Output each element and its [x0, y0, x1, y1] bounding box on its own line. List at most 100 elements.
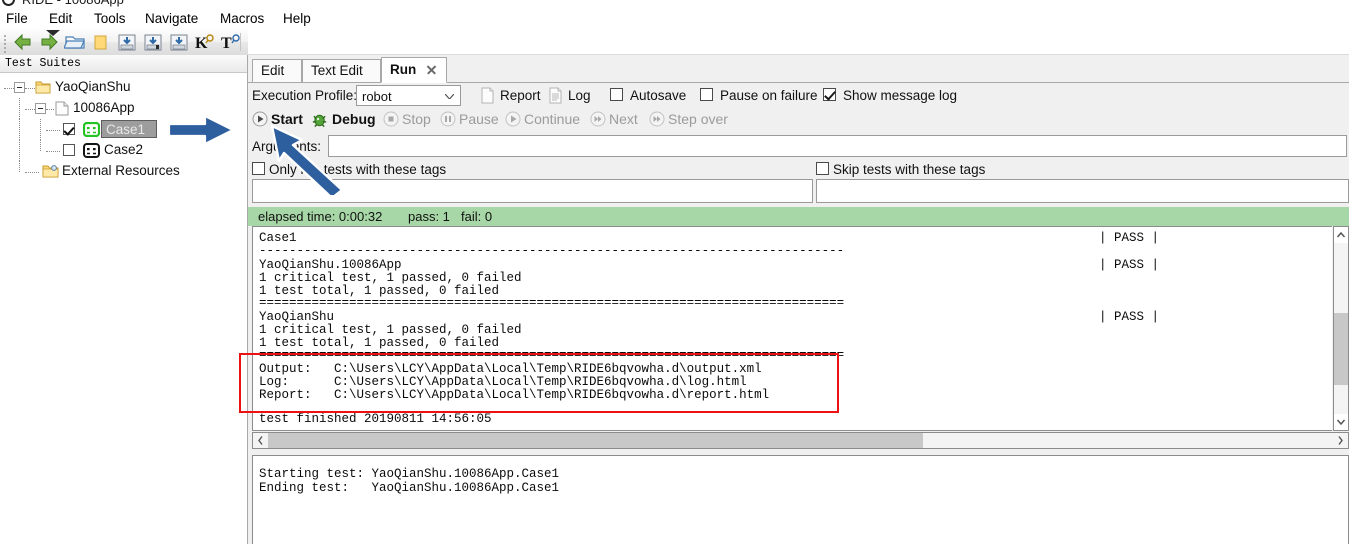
console-line: ========================================… — [259, 296, 845, 310]
stop-square-icon — [383, 111, 399, 127]
tab-run-close-icon[interactable] — [426, 64, 437, 75]
search-test-icon[interactable]: T — [220, 32, 242, 52]
skip-tags-checkbox[interactable] — [816, 162, 829, 175]
arguments-input[interactable] — [328, 135, 1347, 157]
report-label[interactable]: Report — [500, 88, 541, 103]
scroll-left-icon[interactable] — [253, 433, 268, 448]
expander-10086app[interactable] — [35, 103, 46, 114]
only-run-tags-label[interactable]: Only run tests with these tags — [269, 162, 446, 177]
tree-selection-case1[interactable]: Case1 — [101, 120, 157, 138]
pass-count: pass: 1 — [408, 209, 450, 224]
scroll-up-icon[interactable] — [1334, 227, 1348, 243]
save-all-icon[interactable] — [168, 32, 190, 52]
pause-on-failure-checkbox[interactable] — [700, 88, 713, 101]
menu-tools[interactable]: Tools — [90, 10, 130, 27]
pause-label: Pause — [459, 111, 499, 127]
run-controls-row: Start Debug Stop Pause Continue Next Ste… — [248, 109, 1349, 135]
skip-tags-input[interactable] — [816, 179, 1349, 203]
console-horizontal-scrollbar[interactable] — [252, 432, 1349, 449]
execution-profile-row: Execution Profile: robot Report Log Auto… — [248, 83, 1349, 109]
folder-icon — [35, 80, 51, 94]
tab-run-label: Run — [390, 62, 417, 77]
continue-icon — [505, 111, 521, 127]
console-line: Case1 — [259, 231, 297, 245]
menu-edit[interactable]: Edit — [45, 10, 76, 27]
pass-marker: | PASS | — [1099, 231, 1160, 245]
menu-help[interactable]: Help — [279, 10, 315, 27]
log-label[interactable]: Log — [568, 88, 591, 103]
console-line: Output: C:\Users\LCY\AppData\Local\Temp\… — [259, 362, 762, 376]
console-vertical-scrollbar[interactable] — [1333, 226, 1349, 431]
save-icon[interactable] — [116, 32, 138, 52]
debug-label: Debug — [332, 111, 376, 127]
message-log-line: Starting test: YaoQianShu.10086App.Case1 — [259, 467, 560, 481]
console-output[interactable]: Case1 ----------------------------------… — [252, 226, 1332, 431]
test-suite-tree: YaoQianShu 10086App Case1 Case2 External… — [0, 77, 247, 182]
show-message-log-label[interactable]: Show message log — [843, 88, 957, 103]
console-line: Report: C:\Users\LCY\AppData\Local\Temp\… — [259, 388, 770, 402]
tree-item-case1[interactable]: Case1 — [0, 119, 247, 140]
autosave-checkbox[interactable] — [610, 88, 623, 101]
toolbar: K T — [0, 29, 1349, 56]
menu-macros[interactable]: Macros — [216, 10, 268, 27]
tree-label-yaoqianshu: YaoQianShu — [55, 79, 131, 94]
pass-marker: | PASS | — [1099, 310, 1160, 324]
save-as-icon[interactable] — [142, 32, 164, 52]
tree-item-10086app[interactable]: 10086App — [0, 98, 247, 119]
expander-yaoqianshu[interactable] — [14, 82, 25, 93]
autosave-label[interactable]: Autosave — [630, 88, 686, 103]
step-over-icon — [649, 111, 665, 127]
hscroll-thumb[interactable] — [268, 433, 923, 448]
execution-profile-select[interactable]: robot — [356, 85, 461, 106]
skip-tags-label[interactable]: Skip tests with these tags — [833, 162, 985, 177]
test-suites-title: Test Suites — [5, 57, 81, 70]
console-line: test finished 20190811 14:56:05 — [259, 412, 492, 426]
menu-file[interactable]: File — [2, 10, 32, 27]
pause-on-failure-label[interactable]: Pause on failure — [720, 88, 818, 103]
tab-edit[interactable]: Edit — [252, 59, 302, 82]
console-output-area: Case1 ----------------------------------… — [248, 226, 1349, 544]
only-run-tags-checkbox[interactable] — [252, 162, 265, 175]
run-status-bar: elapsed time: 0:00:32 pass: 1 fail: 0 — [248, 207, 1349, 226]
tree-item-external-resources[interactable]: External Resources — [0, 161, 247, 182]
forward-icon[interactable] — [38, 32, 60, 52]
tab-strip: Edit Text Edit Run — [248, 55, 1349, 83]
elapsed-time: elapsed time: 0:00:32 — [258, 209, 383, 224]
log-icon[interactable] — [549, 87, 562, 104]
checkbox-case2[interactable] — [63, 144, 75, 156]
show-message-log-checkbox[interactable] — [823, 88, 836, 101]
scroll-right-icon[interactable] — [1333, 433, 1348, 448]
menu-navigate[interactable]: Navigate — [141, 10, 202, 27]
arguments-label: Arguments: — [252, 139, 322, 154]
checkbox-case1[interactable] — [63, 123, 75, 135]
back-icon[interactable] — [12, 32, 34, 52]
toolbar-grip[interactable] — [3, 33, 7, 53]
pass-marker: | PASS | — [1099, 258, 1160, 272]
stop-label: Stop — [402, 111, 431, 127]
console-line: 1 critical test, 1 passed, 0 failed — [259, 323, 522, 337]
window-title: RIDE - 10086App — [22, 0, 124, 7]
tab-text-edit[interactable]: Text Edit — [302, 59, 381, 82]
tree-item-case2[interactable]: Case2 — [0, 140, 247, 161]
tree-label-10086app: 10086App — [73, 100, 135, 115]
open-folder-icon[interactable] — [64, 32, 86, 52]
tags-checkbox-row: Only run tests with these tags Skip test… — [248, 161, 1349, 179]
ride-application-window: RIDE - 10086App File Edit Tools Navigate… — [0, 0, 1349, 544]
tree-item-yaoqianshu[interactable]: YaoQianShu — [0, 77, 247, 98]
new-folder-icon[interactable] — [90, 32, 112, 52]
step-over-label: Step over — [668, 111, 728, 127]
console-line: Log: C:\Users\LCY\AppData\Local\Temp\RID… — [259, 375, 747, 389]
tab-run[interactable]: Run — [381, 57, 447, 83]
search-keyword-icon[interactable]: K — [194, 32, 216, 52]
app-logo-icon — [2, 0, 15, 6]
chevron-down-icon — [445, 94, 454, 99]
scroll-down-icon[interactable] — [1334, 414, 1348, 430]
message-log[interactable]: Starting test: YaoQianShu.10086App.Case1… — [252, 455, 1349, 544]
only-run-tags-input[interactable] — [252, 179, 813, 203]
report-icon[interactable] — [481, 87, 494, 104]
continue-label: Continue — [524, 111, 581, 127]
scroll-thumb[interactable] — [1334, 313, 1348, 385]
play-icon — [252, 111, 268, 127]
testcase-icon — [83, 143, 100, 158]
resources-icon — [42, 164, 59, 179]
